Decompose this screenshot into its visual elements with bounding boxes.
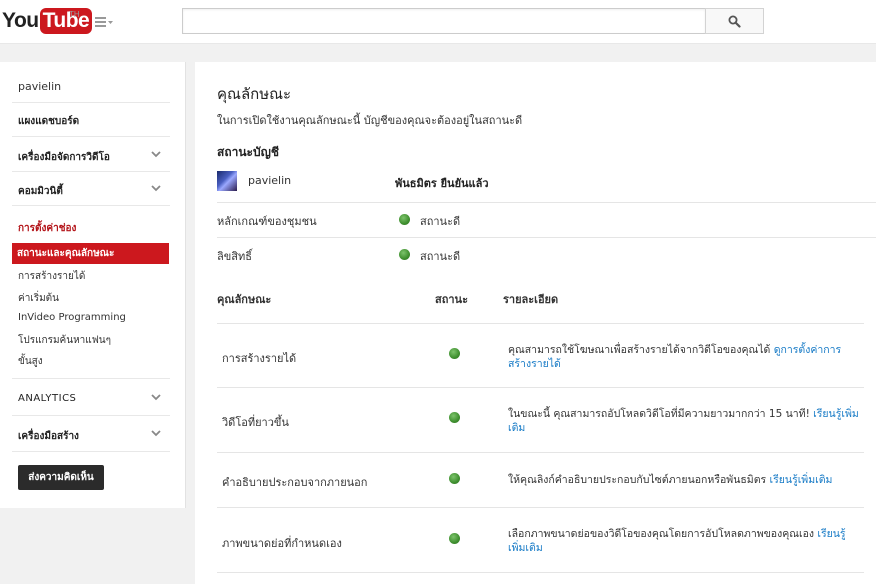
status-good-icon bbox=[449, 533, 460, 544]
status-good-icon bbox=[399, 214, 410, 225]
sidebar-subitem-status-features[interactable]: สถานะและคุณลักษณะ bbox=[12, 243, 169, 264]
logo-tube-text: Tube bbox=[39, 8, 93, 34]
send-feedback-button[interactable]: ส่งความคิดเห็น bbox=[18, 465, 104, 490]
status-good-icon bbox=[449, 473, 460, 484]
sidebar-subitem-invideo-programming[interactable]: InVideo Programming bbox=[18, 312, 126, 323]
sidebar-username[interactable]: pavielin bbox=[18, 80, 61, 93]
sidebar-subitem-defaults[interactable]: ค่าเริ่มต้น bbox=[18, 291, 59, 306]
row-divider bbox=[217, 323, 864, 324]
account-name: pavielin bbox=[248, 174, 292, 187]
sidebar-divider bbox=[12, 378, 170, 379]
search-button[interactable] bbox=[705, 8, 764, 34]
feature-detail-text: คุณสามารถใช้โฆษณาเพื่อสร้างรายได้จากวิดี… bbox=[508, 344, 771, 356]
row-divider bbox=[217, 452, 864, 453]
community-guidelines-status: สถานะดี bbox=[420, 215, 461, 228]
copyright-status: สถานะดี bbox=[420, 250, 461, 263]
feature-detail-text: ในขณะนี้ คุณสามารถอัปโหลดวิดีโอที่มีความ… bbox=[508, 408, 810, 420]
status-good-icon bbox=[399, 249, 410, 260]
page-title: คุณลักษณะ bbox=[217, 85, 292, 103]
search-icon bbox=[728, 15, 741, 28]
page-subtitle: ในการเปิดใช้งานคุณลักษณะนี้ บัญชีของคุณจ… bbox=[217, 114, 523, 127]
row-divider bbox=[217, 387, 864, 388]
column-header-status: สถานะ bbox=[435, 293, 468, 306]
sidebar-item-label: คอมมิวนิตี้ bbox=[18, 186, 63, 197]
sidebar-item-label: เครื่องมือสร้าง bbox=[18, 431, 79, 442]
sidebar-item-analytics[interactable]: ANALYTICS bbox=[18, 393, 170, 404]
copyright-label: ลิขสิทธิ์ bbox=[217, 250, 252, 263]
sidebar-item-dashboard[interactable]: แผงแดชบอร์ด bbox=[18, 114, 170, 129]
sidebar-item-community[interactable]: คอมมิวนิตี้ bbox=[18, 184, 170, 199]
sidebar-item-label: แผงแดชบอร์ด bbox=[18, 116, 80, 127]
sidebar-divider bbox=[12, 136, 170, 137]
sidebar-divider bbox=[12, 415, 170, 416]
chevron-down-icon bbox=[151, 151, 161, 158]
search-input[interactable] bbox=[182, 8, 706, 34]
sidebar-item-label: เครื่องมือจัดการวิดีโอ bbox=[18, 152, 110, 163]
sidebar-subitem-label: สถานะและคุณลักษณะ bbox=[17, 248, 115, 259]
column-header-feature: คุณลักษณะ bbox=[217, 293, 272, 306]
sidebar-item-label: ANALYTICS bbox=[18, 393, 77, 404]
avatar bbox=[217, 171, 237, 191]
sidebar-divider bbox=[12, 451, 170, 452]
community-guidelines-label: หลักเกณฑ์ของชุมชน bbox=[217, 215, 317, 228]
feature-detail-custom-thumbnails: เลือกภาพขนาดย่อของวิดีโอของคุณโดยการอัปโ… bbox=[508, 527, 860, 555]
feature-name-longer-videos: วิดีโอที่ยาวขึ้น bbox=[222, 416, 289, 429]
column-header-details: รายละเอียด bbox=[503, 293, 559, 306]
learn-more-link[interactable]: เรียนรู้เพิ่มเติม bbox=[770, 474, 833, 486]
feature-name-external-annotations: คำอธิบายประกอบจากภายนอก bbox=[222, 476, 368, 489]
chevron-down-icon bbox=[151, 185, 161, 192]
feature-detail-longer-videos: ในขณะนี้ คุณสามารถอัปโหลดวิดีโอที่มีความ… bbox=[508, 407, 860, 435]
logo-country-code: TH bbox=[69, 10, 80, 19]
guide-menu-icon[interactable] bbox=[95, 15, 115, 29]
chevron-down-icon bbox=[151, 394, 161, 401]
sidebar-subitem-fan-finder[interactable]: โปรแกรมค้นหาแฟนๆ bbox=[18, 333, 111, 348]
sidebar-divider bbox=[12, 102, 170, 103]
partner-status: พันธมิตร ยืนยันแล้ว bbox=[395, 177, 489, 190]
row-divider bbox=[217, 572, 864, 573]
chevron-down-icon bbox=[151, 430, 161, 437]
row-divider bbox=[217, 202, 876, 203]
masthead: You Tube TH bbox=[0, 0, 876, 44]
logo-you-text: You bbox=[2, 9, 39, 32]
account-status-heading: สถานะบัญชี bbox=[217, 145, 279, 159]
feature-name-custom-thumbnails: ภาพขนาดย่อที่กำหนดเอง bbox=[222, 537, 342, 550]
feature-detail-external-annotations: ให้คุณลิงก์คำอธิบายประกอบกับไซต์ภายนอกหร… bbox=[508, 473, 860, 487]
sidebar-item-channel-settings[interactable]: การตั้งค่าช่อง bbox=[18, 221, 76, 236]
row-divider bbox=[217, 507, 864, 508]
sidebar-divider bbox=[12, 171, 170, 172]
feature-detail-text: ให้คุณลิงก์คำอธิบายประกอบกับไซต์ภายนอกหร… bbox=[508, 474, 767, 486]
sidebar-divider bbox=[12, 205, 170, 206]
sidebar-item-video-manager[interactable]: เครื่องมือจัดการวิดีโอ bbox=[18, 150, 170, 165]
feature-detail-monetization: คุณสามารถใช้โฆษณาเพื่อสร้างรายได้จากวิดี… bbox=[508, 343, 860, 371]
feature-name-monetization: การสร้างรายได้ bbox=[222, 352, 297, 365]
status-good-icon bbox=[449, 412, 460, 423]
status-good-icon bbox=[449, 348, 460, 359]
sidebar-subitem-monetization[interactable]: การสร้างรายได้ bbox=[18, 269, 85, 284]
sidebar-item-create-tools[interactable]: เครื่องมือสร้าง bbox=[18, 429, 170, 444]
sidebar-subitem-advanced[interactable]: ขั้นสูง bbox=[18, 354, 43, 369]
features-panel: คุณลักษณะ ในการเปิดใช้งานคุณลักษณะนี้ บั… bbox=[195, 62, 876, 584]
creator-sidebar: pavielin แผงแดชบอร์ด เครื่องมือจัดการวิด… bbox=[0, 62, 186, 508]
row-divider bbox=[217, 237, 876, 238]
feature-detail-text: เลือกภาพขนาดย่อของวิดีโอของคุณโดยการอัปโ… bbox=[508, 528, 815, 540]
